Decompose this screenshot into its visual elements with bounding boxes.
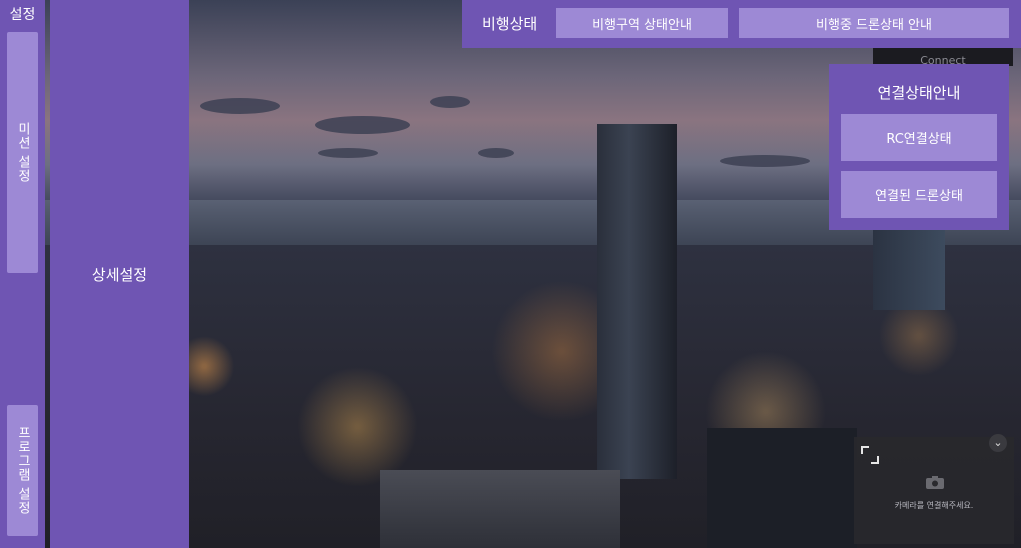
- camera-preview: ⌄ 카메라를 연결해주세요.: [854, 434, 1014, 544]
- connection-status-panel: 연결상태안내 RC연결상태 연결된 드론상태: [829, 64, 1009, 230]
- mission-settings-label: 미션 설정: [15, 121, 30, 184]
- mission-settings-button[interactable]: 미션 설정: [7, 32, 38, 273]
- camera-connect-message: 카메라를 연결해주세요.: [894, 501, 974, 510]
- connected-drone-label: 연결된 드론상태: [875, 189, 963, 204]
- flight-zone-status-label: 비행구역 상태안내: [592, 17, 692, 33]
- connection-status-title: 연결상태안내: [877, 84, 961, 102]
- flight-status-bar: 비행상태 비행구역 상태안내 비행중 드론상태 안내: [462, 0, 1021, 48]
- settings-sidebar: 설정 미션 설정 프로그램 설정: [0, 0, 45, 548]
- detail-settings-title: 상세설정: [91, 265, 148, 284]
- camera-icon: [926, 476, 944, 489]
- program-settings-button[interactable]: 프로그램 설정: [7, 405, 38, 536]
- expand-icon[interactable]: [861, 446, 879, 464]
- program-settings-label: 프로그램 설정: [15, 425, 30, 516]
- flight-status-title: 비행상태: [482, 15, 538, 33]
- settings-title: 설정: [9, 7, 36, 23]
- flying-drone-status-button[interactable]: 비행중 드론상태 안내: [739, 8, 1009, 38]
- flying-drone-status-label: 비행중 드론상태 안내: [816, 17, 932, 33]
- flight-zone-status-button[interactable]: 비행구역 상태안내: [556, 8, 728, 38]
- connected-drone-button[interactable]: 연결된 드론상태: [841, 171, 997, 218]
- rc-connection-button[interactable]: RC연결상태: [841, 114, 997, 161]
- chevron-down-icon[interactable]: ⌄: [989, 434, 1007, 452]
- detail-settings-panel: 상세설정: [50, 0, 189, 548]
- rc-connection-label: RC연결상태: [886, 132, 952, 147]
